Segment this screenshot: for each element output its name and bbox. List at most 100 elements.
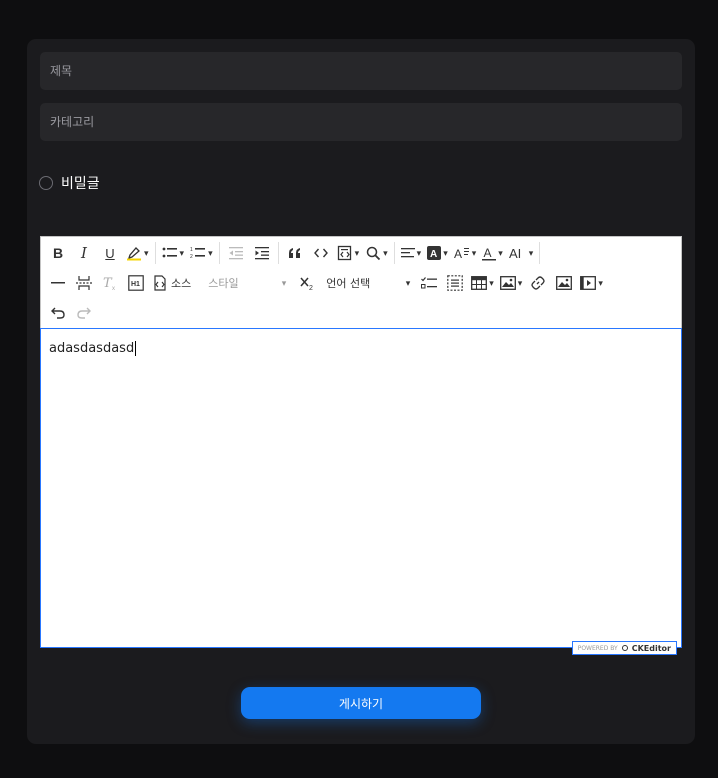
outdent-button[interactable] bbox=[223, 240, 249, 266]
html-embed-button[interactable]: H1 bbox=[123, 270, 149, 296]
svg-text:2: 2 bbox=[309, 285, 313, 291]
language-dropdown[interactable]: 언어 선택 ▾ bbox=[320, 270, 416, 296]
post-form-card: 제목 카테고리 비밀글 B I U ▾ ▾ 1 2 ▾ ▾ ▾ ▾ A ▾ A … bbox=[27, 39, 695, 744]
svg-text:x: x bbox=[112, 286, 115, 291]
powered-by-badge[interactable]: POWERED BY CKEditor bbox=[571, 641, 677, 655]
chevron-down-icon: ▾ bbox=[281, 277, 287, 288]
font-size-button[interactable]: A ▾ bbox=[451, 240, 480, 266]
page-break-button[interactable] bbox=[71, 270, 97, 296]
secret-post-toggle[interactable]: 비밀글 bbox=[39, 174, 100, 192]
font-color-icon: A bbox=[482, 246, 497, 260]
bulleted-list-button[interactable]: ▾ bbox=[159, 240, 188, 266]
redo-icon bbox=[77, 307, 91, 319]
horizontal-line-icon bbox=[51, 282, 65, 284]
svg-text:2: 2 bbox=[190, 254, 193, 260]
code-icon bbox=[313, 248, 328, 258]
editor-content[interactable]: adasdasdasd POWERED BY CKEditor bbox=[40, 328, 682, 655]
font-background-icon: A bbox=[427, 246, 442, 260]
align-button[interactable]: ▾ bbox=[398, 240, 425, 266]
outdent-icon bbox=[228, 247, 243, 260]
undo-button[interactable] bbox=[45, 300, 71, 326]
svg-text:A: A bbox=[484, 246, 492, 260]
page-break-icon bbox=[76, 276, 92, 290]
category-input[interactable]: 카테고리 bbox=[40, 103, 682, 141]
toolbar-separator bbox=[393, 242, 395, 264]
highlight-button[interactable]: ▾ bbox=[123, 240, 152, 266]
find-replace-button[interactable]: ▾ bbox=[362, 240, 391, 266]
remove-format-icon: Tx bbox=[103, 276, 115, 291]
font-family-button[interactable]: AI ▾ bbox=[506, 240, 537, 266]
text-cursor bbox=[135, 341, 137, 356]
media-library-button[interactable] bbox=[551, 270, 577, 296]
remove-format-button[interactable]: Tx bbox=[97, 270, 123, 296]
indent-button[interactable] bbox=[249, 240, 275, 266]
highlighter-icon bbox=[127, 247, 141, 261]
redo-button[interactable] bbox=[71, 300, 97, 326]
blockquote-button[interactable] bbox=[282, 240, 308, 266]
font-color-button[interactable]: A ▾ bbox=[479, 240, 506, 266]
toolbar-row-3 bbox=[45, 299, 97, 327]
title-input[interactable]: 제목 bbox=[40, 52, 682, 90]
media-embed-button[interactable]: ▾ bbox=[577, 270, 606, 296]
insert-table-button[interactable]: ▾ bbox=[468, 270, 497, 296]
toolbar-separator bbox=[218, 242, 220, 264]
powered-by-label: POWERED BY bbox=[577, 644, 618, 652]
html-embed-icon: H1 bbox=[128, 275, 144, 291]
editor-toolbar: B I U ▾ ▾ 12 ▾ ▾ ▾ ▾ A ▾ A ▾ A ▾ AI ▾ T … bbox=[40, 236, 682, 328]
chevron-down-icon: ▾ bbox=[405, 277, 411, 288]
insert-image-button[interactable]: ▾ bbox=[497, 270, 526, 296]
link-button[interactable] bbox=[525, 270, 551, 296]
editor-text: adasdasdasd bbox=[49, 341, 135, 356]
video-icon bbox=[580, 276, 597, 290]
category-placeholder: 카테고리 bbox=[50, 115, 95, 129]
toolbar-separator bbox=[277, 242, 279, 264]
secret-checkbox[interactable] bbox=[39, 176, 53, 190]
code-block-button[interactable]: ▾ bbox=[334, 240, 363, 266]
toolbar-row-2: Tx H1 소스 스타일 ▾ 2 언어 선택 ▾ ▾ ▾ ▾ bbox=[45, 269, 606, 297]
link-icon bbox=[531, 276, 545, 290]
source-editing-button[interactable]: 소스 bbox=[149, 270, 194, 296]
image-icon bbox=[499, 276, 516, 290]
toolbar-separator bbox=[539, 242, 541, 264]
secret-label: 비밀글 bbox=[61, 176, 100, 192]
svg-text:A: A bbox=[430, 249, 437, 260]
font-family-icon: AI bbox=[509, 246, 521, 260]
toolbar-separator bbox=[154, 242, 156, 264]
subscript-icon: 2 bbox=[300, 277, 313, 291]
find-replace-icon bbox=[366, 246, 381, 261]
submit-post-button[interactable]: 게시하기 bbox=[241, 687, 481, 719]
image-upload-icon bbox=[556, 276, 573, 290]
svg-text:AI: AI bbox=[509, 246, 521, 260]
bold-button[interactable]: B bbox=[45, 240, 71, 266]
toolbar-row-1: B I U ▾ ▾ 12 ▾ ▾ ▾ ▾ A ▾ A ▾ A ▾ AI ▾ bbox=[45, 239, 543, 267]
todo-list-button[interactable] bbox=[416, 270, 442, 296]
style-dropdown[interactable]: 스타일 ▾ bbox=[194, 270, 294, 296]
rich-text-editor: B I U ▾ ▾ 12 ▾ ▾ ▾ ▾ A ▾ A ▾ A ▾ AI ▾ T … bbox=[40, 236, 682, 655]
todo-list-icon bbox=[421, 277, 438, 289]
select-all-icon bbox=[447, 275, 464, 291]
svg-text:1: 1 bbox=[190, 247, 193, 253]
ckeditor-brand: CKEditor bbox=[631, 643, 671, 653]
source-icon bbox=[154, 275, 166, 291]
horizontal-line-button[interactable] bbox=[45, 270, 71, 296]
select-all-button[interactable] bbox=[442, 270, 468, 296]
underline-button[interactable]: U bbox=[97, 240, 123, 266]
svg-text:A: A bbox=[454, 247, 462, 260]
source-label: 소스 bbox=[171, 277, 192, 290]
italic-button[interactable]: I bbox=[71, 240, 97, 266]
style-label: 스타일 bbox=[208, 277, 239, 290]
align-left-icon bbox=[400, 248, 415, 258]
numbered-list-icon: 12 bbox=[190, 247, 206, 260]
font-background-color-button[interactable]: A ▾ bbox=[424, 240, 451, 266]
title-placeholder: 제목 bbox=[50, 64, 73, 78]
numbered-list-button[interactable]: 12 ▾ bbox=[187, 240, 216, 266]
bulleted-list-icon bbox=[162, 247, 177, 258]
font-size-icon: A bbox=[454, 247, 469, 260]
quote-icon bbox=[288, 248, 300, 258]
subscript-button[interactable]: 2 bbox=[294, 270, 320, 296]
code-button[interactable] bbox=[308, 240, 334, 266]
indent-icon bbox=[254, 247, 269, 260]
submit-label: 게시하기 bbox=[338, 696, 384, 711]
language-label: 언어 선택 bbox=[326, 277, 371, 290]
code-block-icon bbox=[337, 245, 351, 261]
